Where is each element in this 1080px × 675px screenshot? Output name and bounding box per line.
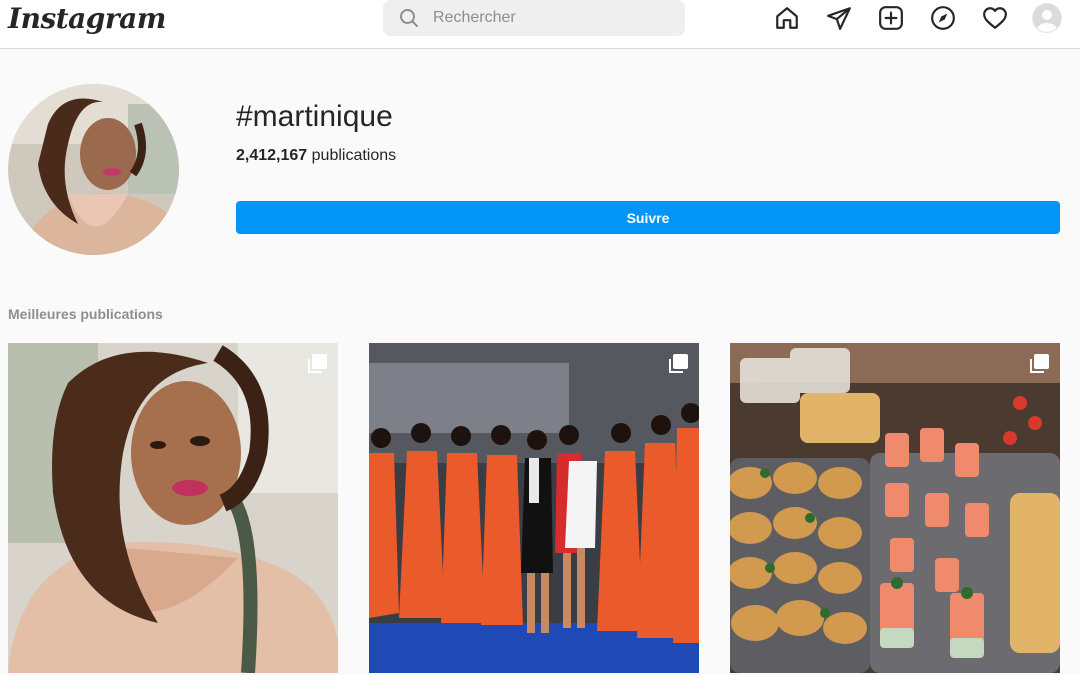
multiple-photos-icon: [667, 353, 689, 375]
search-icon: [399, 8, 419, 28]
profile-avatar[interactable]: [1032, 3, 1062, 33]
direct-icon[interactable]: [824, 3, 854, 33]
group-photo: [369, 343, 699, 673]
multiple-photos-icon: [306, 353, 328, 375]
search-input[interactable]: [431, 8, 665, 28]
hashtag-title: #martinique: [236, 100, 393, 133]
publication-count-number: 2,412,167: [236, 147, 308, 164]
post-thumbnail-2[interactable]: [369, 343, 699, 673]
multiple-photos-icon: [1028, 353, 1050, 375]
follow-button[interactable]: Suivre: [236, 201, 1060, 234]
search-box[interactable]: [383, 0, 685, 36]
top-posts-title: Meilleures publications: [8, 306, 163, 322]
activity-icon[interactable]: [980, 3, 1010, 33]
instagram-logo[interactable]: Instagram: [8, 2, 166, 35]
top-navigation-bar: Instagram: [0, 0, 1080, 49]
explore-icon[interactable]: [928, 3, 958, 33]
publication-count-label: publications: [311, 147, 397, 164]
buffet-photo: [730, 343, 1060, 673]
hashtag-profile-picture: [8, 84, 179, 255]
new-post-icon[interactable]: [876, 3, 906, 33]
post-thumbnail-3[interactable]: [730, 343, 1060, 673]
home-icon[interactable]: [772, 3, 802, 33]
selfie-photo: [8, 343, 338, 673]
post-thumbnail-1[interactable]: [8, 343, 338, 673]
publication-count: 2,412,167 publications: [236, 147, 396, 165]
